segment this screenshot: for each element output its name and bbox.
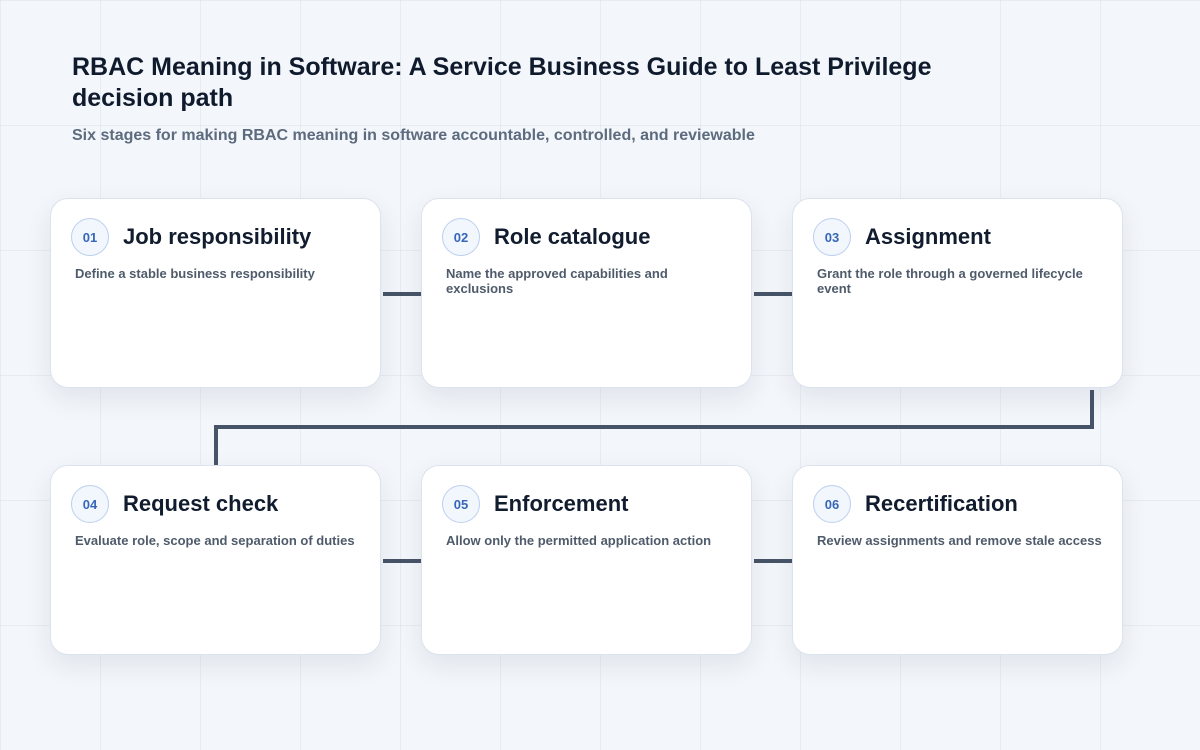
stage-description: Review assignments and remove stale acce… [817, 533, 1102, 548]
stage-number-badge: 05 [442, 485, 480, 523]
stage-description: Evaluate role, scope and separation of d… [75, 533, 355, 548]
stage-number-badge: 02 [442, 218, 480, 256]
stage-title: Assignment [865, 224, 991, 249]
stage-card-recertification: 06 Recertification Review assignments an… [792, 465, 1123, 655]
stage-title: Role catalogue [494, 224, 651, 249]
stage-number-badge: 06 [813, 485, 851, 523]
stage-title: Job responsibility [123, 224, 312, 249]
stage-description: Allow only the permitted application act… [446, 533, 712, 548]
stage-card-enforcement: 05 Enforcement Allow only the permitted … [421, 465, 752, 655]
stage-number-badge: 01 [71, 218, 109, 256]
stage-title: Enforcement [494, 491, 629, 516]
stage-title: Request check [123, 491, 279, 516]
stage-card-role-catalogue: 02 Role catalogue Name the approved capa… [421, 198, 752, 388]
stage-title: Recertification [865, 491, 1018, 516]
stage-description: Define a stable business responsibility [75, 266, 315, 281]
stage-card-assignment: 03 Assignment Grant the role through a g… [792, 198, 1123, 388]
stage-card-request-check: 04 Request check Evaluate role, scope an… [50, 465, 381, 655]
stage-number-badge: 03 [813, 218, 851, 256]
connector-03-04 [214, 390, 1094, 465]
stage-description: Grant the role through a governed lifecy… [817, 266, 1083, 296]
stage-number-badge: 04 [71, 485, 109, 523]
stage-description: Name the approved capabilities and exclu… [446, 266, 668, 296]
stage-card-job-responsibility: 01 Job responsibility Define a stable bu… [50, 198, 381, 388]
